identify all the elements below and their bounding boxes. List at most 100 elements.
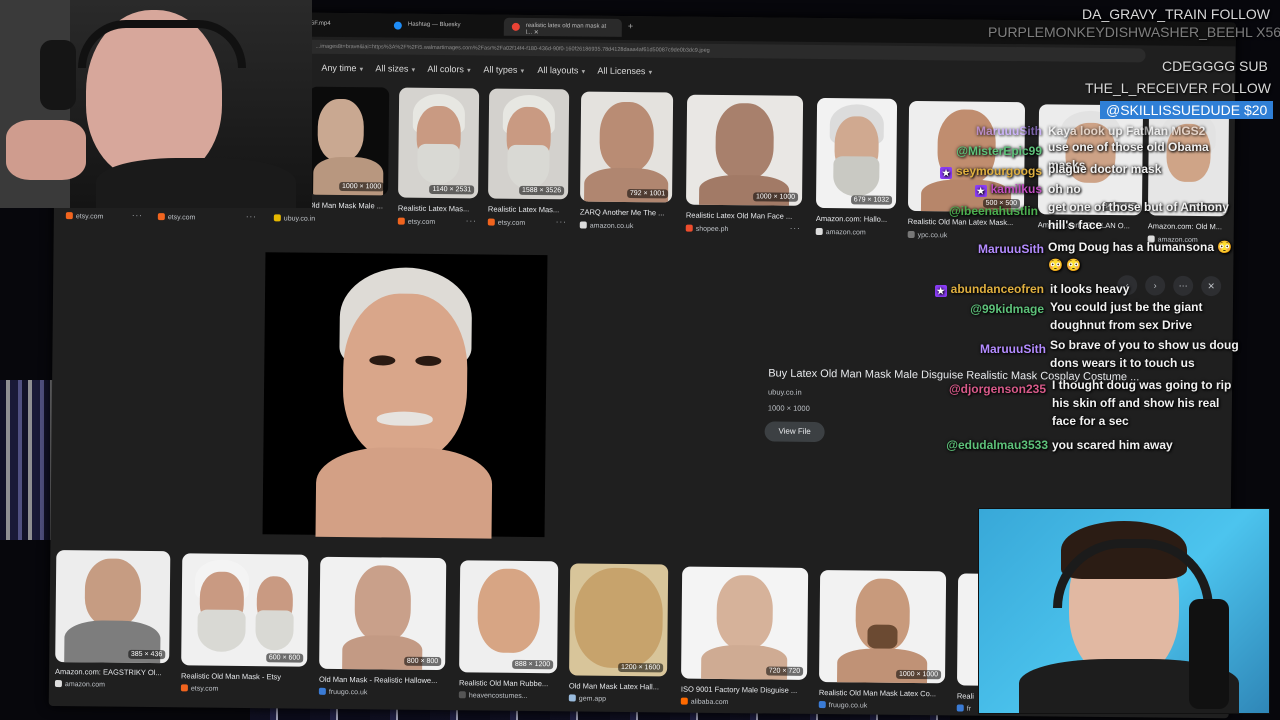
mask-image: [599, 101, 655, 173]
subscriber-badge-icon: ★: [934, 285, 947, 297]
result-source: shopee.ph: [685, 224, 729, 233]
result-caption[interactable]: ZARQ Another Me The ...: [580, 207, 672, 217]
result-source: ubuy.co.in: [273, 214, 315, 223]
result-thumbnail[interactable]: 792 × 1001: [580, 91, 674, 203]
result-thumbnail[interactable]: 679 × 1032: [815, 97, 898, 209]
mask-image: [342, 293, 469, 461]
result-thumbnail[interactable]: 720 × 720: [681, 566, 809, 680]
result-caption[interactable]: ISO 9001 Factory Male Disguise ...: [681, 685, 807, 695]
chat-message: plague doctor mask: [1048, 162, 1162, 176]
more-options-icon[interactable]: ···: [790, 224, 801, 233]
new-tab-button[interactable]: +: [628, 21, 633, 31]
chat-username-text: @edudalmau3533: [946, 438, 1048, 452]
etsy-icon: [397, 217, 405, 225]
result-thumbnail[interactable]: 1140 × 2531: [398, 87, 480, 199]
mask-mustache: [376, 411, 433, 426]
site-icon: [907, 230, 915, 239]
alert-follow: DA_GRAVY_TRAIN FOLLOW: [1082, 6, 1271, 22]
result-caption[interactable]: Old Man Mask Latex Hall...: [569, 681, 667, 691]
chat-username: @MisterEpic99: [956, 142, 1042, 160]
result-source: fr: [956, 704, 971, 713]
etsy-icon: [65, 212, 73, 220]
view-file-button[interactable]: View File: [764, 421, 825, 443]
chat-username: MaruuuSith: [980, 340, 1046, 358]
mask-beard: [255, 610, 294, 651]
result-caption[interactable]: Realistic Latex Mas...: [398, 204, 478, 214]
filter-all-sizes[interactable]: All sizes ▼: [375, 63, 416, 73]
mask-image: [84, 558, 142, 627]
chat-username-text: @ibeenahustlin: [948, 204, 1038, 218]
chevron-down-icon: ▼: [358, 67, 365, 74]
amazon-icon: [579, 221, 587, 229]
more-options-icon[interactable]: ···: [466, 216, 477, 225]
amazon-icon: [815, 227, 823, 236]
tab-bluesky[interactable]: Hashtag — Bluesky: [386, 16, 496, 35]
filter-all-colors[interactable]: All colors ▼: [427, 64, 472, 74]
alert-gift: PURPLEMONKEYDISHWASHER_BEEHL X56: [988, 24, 1280, 40]
chevron-down-icon: ▼: [647, 70, 654, 77]
result-caption[interactable]: Realistic Latex Old Man Face ...: [686, 211, 802, 221]
result-source: etsy.com: [397, 217, 436, 226]
chat-username-text: seymourgoogs: [955, 164, 1042, 178]
etsy-icon: [180, 684, 188, 692]
filter-all-types[interactable]: All types ▼: [483, 64, 525, 74]
result-thumbnail[interactable]: 1000 × 1000: [308, 86, 390, 196]
result-source: etsy.com: [180, 684, 219, 693]
shopee-icon: [685, 224, 693, 232]
result-source: amazon.co.uk: [579, 221, 634, 230]
chat-username-text: MaruuuSith: [980, 342, 1046, 356]
result-caption[interactable]: Old Man Mask - Realistic Hallowe...: [319, 675, 445, 685]
chevron-down-icon: ▼: [465, 68, 472, 75]
result-caption[interactable]: Realistic Old Man Mask Latex Co...: [819, 688, 945, 698]
chat-username: MaruuuSith: [978, 240, 1044, 258]
streamer-hand: [6, 120, 86, 180]
mask-eye: [415, 355, 442, 367]
mask-image: [715, 102, 775, 180]
result-thumbnail[interactable]: 800 × 800: [319, 556, 447, 671]
tab-google-images[interactable]: realistic latex old man mask at l... ✕: [503, 17, 622, 37]
result-thumbnail[interactable]: 385 × 436: [55, 550, 171, 664]
filter-all-licenses[interactable]: All Licenses ▼: [597, 66, 653, 77]
chevron-down-icon: ▼: [519, 68, 526, 75]
chat-username-text: abundanceofren: [950, 282, 1044, 296]
result-source: amazon.com: [815, 227, 866, 236]
result-caption[interactable]: Amazon.com: Hallo...: [816, 214, 896, 224]
fruugo-icon: [818, 701, 826, 709]
chevron-down-icon: ▼: [580, 69, 587, 76]
result-caption[interactable]: Realistic Old Man Mask - Etsy: [181, 671, 307, 681]
result-thumbnail[interactable]: 888 × 1200: [459, 560, 559, 674]
mask-image: [574, 567, 664, 669]
result-thumbnail[interactable]: 1000 × 1000: [685, 94, 804, 206]
filter-all-layouts[interactable]: All layouts ▼: [537, 65, 586, 76]
etsy-icon: [487, 218, 495, 226]
preview-site[interactable]: ubuy.co.in: [768, 387, 802, 396]
chevron-down-icon: ▼: [410, 67, 417, 74]
subscriber-badge-icon: ★: [974, 185, 987, 197]
preview-image[interactable]: [262, 252, 548, 539]
guest-webcam: [978, 508, 1270, 714]
alert-sub: CDEGGGG SUB: [1162, 58, 1268, 74]
chat-message: So brave of you to show us doug dons wea…: [1050, 338, 1239, 370]
result-caption[interactable]: Old Man Mask Male ...: [308, 201, 388, 211]
filter-any-time[interactable]: Any time ▼: [321, 63, 364, 73]
close-icon[interactable]: ✕: [534, 30, 539, 36]
result-source: heavencostumes...: [458, 691, 528, 700]
chat-username-text: @MisterEpic99: [956, 144, 1042, 158]
chat-username: @99kidmage: [970, 300, 1044, 318]
result-caption[interactable]: Amazon.com: EAGSTRIKY Ol...: [55, 667, 169, 677]
chat-message: get one of those but of Anthony hill's f…: [1048, 200, 1229, 232]
result-thumbnail[interactable]: 600 × 600: [181, 553, 309, 667]
result-caption[interactable]: Realistic Latex Mas...: [488, 205, 568, 215]
result-caption[interactable]: Realistic Old Man Rubbe...: [459, 678, 557, 688]
result-source: etsy.com: [157, 213, 196, 221]
more-options-icon[interactable]: ···: [132, 211, 143, 220]
more-options-icon[interactable]: ···: [556, 217, 567, 226]
more-options-icon[interactable]: ···: [246, 212, 257, 221]
etsy-icon: [157, 213, 165, 221]
result-thumbnail[interactable]: 1588 × 3526: [488, 88, 570, 200]
result-source: fruugo.co.uk: [818, 701, 868, 710]
chat-username-text: @djorgenson235: [948, 382, 1046, 396]
chat-message: Omg Doug has a humansona 😳 😳 😳: [1048, 240, 1233, 272]
result-thumbnail[interactable]: 1200 × 1600: [569, 563, 669, 677]
result-thumbnail[interactable]: 1000 × 1000: [819, 570, 947, 684]
